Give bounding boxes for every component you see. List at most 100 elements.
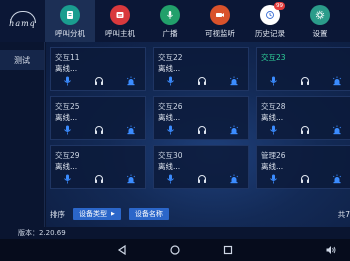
tab-call-extension[interactable]: 呼叫分机 xyxy=(45,0,95,42)
total-count: 共7 xyxy=(337,209,350,219)
device-card[interactable]: 交互25 离线... xyxy=(50,96,146,140)
microphone-icon[interactable] xyxy=(62,174,72,184)
device-card[interactable]: 交互28 离线... xyxy=(256,96,350,140)
group-sidebar: 测试 xyxy=(0,42,45,227)
device-card[interactable]: 交互23 xyxy=(256,47,350,91)
tab-label: 历史记录 xyxy=(255,29,285,38)
alarm-light-icon[interactable] xyxy=(126,76,136,86)
device-actions xyxy=(51,75,147,87)
device-name: 交互11 xyxy=(55,53,80,62)
device-status: 离线... xyxy=(55,113,78,122)
device-name: 管理26 xyxy=(261,151,286,160)
version-label: 版本：2.20.69 xyxy=(0,227,350,239)
microphone-icon[interactable] xyxy=(62,76,72,86)
tab-call-host[interactable]: 呼叫主机 xyxy=(95,0,145,42)
headphones-icon[interactable] xyxy=(300,76,310,86)
device-panel: 交互11 离线... 交互22 离线... 交互23 交互25 离线... 交互26 离线...… xyxy=(46,42,350,227)
device-status: 离线... xyxy=(158,162,181,171)
headphones-icon[interactable] xyxy=(197,174,207,184)
device-card[interactable]: 交互29 离线... xyxy=(50,145,146,189)
microphone-icon[interactable] xyxy=(165,76,175,86)
device-name: 交互26 xyxy=(158,102,183,111)
device-actions xyxy=(154,124,250,136)
history-icon: 99 xyxy=(260,2,285,25)
sort-by-name-label: 设备名称 xyxy=(134,210,163,218)
device-actions xyxy=(154,75,250,87)
tab-label: 呼叫分机 xyxy=(55,29,85,38)
play-arrow-icon: ▶ xyxy=(111,211,115,217)
device-actions xyxy=(51,173,147,185)
alarm-light-icon[interactable] xyxy=(126,125,136,135)
headphones-icon[interactable] xyxy=(300,174,310,184)
headphones-icon[interactable] xyxy=(197,76,207,86)
sort-by-name-button[interactable]: 设备名称 xyxy=(128,208,169,220)
headphones-icon[interactable] xyxy=(94,125,104,135)
headphones-icon[interactable] xyxy=(94,174,104,184)
device-name: 交互22 xyxy=(158,53,183,62)
device-card[interactable]: 交互11 离线... xyxy=(50,47,146,91)
microphone-icon[interactable] xyxy=(268,174,278,184)
microphone-icon[interactable] xyxy=(62,125,72,135)
device-status: 离线... xyxy=(55,162,78,171)
back-icon[interactable] xyxy=(115,243,129,257)
device-name: 交互28 xyxy=(261,102,286,111)
tab-label: 广播 xyxy=(162,29,178,38)
sort-bar: 排序 设备类型 ▶ 设备名称 共7 xyxy=(46,206,350,222)
phone-book-icon xyxy=(60,5,80,25)
microphone-icon[interactable] xyxy=(165,174,175,184)
nav-tabs: 呼叫分机 呼叫主机 广播 可视监听 99 历史记录 设置 xyxy=(45,0,350,42)
tab-history[interactable]: 99 历史记录 xyxy=(245,0,295,42)
tab-settings[interactable]: 设置 xyxy=(295,0,345,42)
device-actions xyxy=(257,75,350,87)
tab-visual-monitor[interactable]: 可视监听 xyxy=(195,0,245,42)
microphone-icon xyxy=(160,5,180,25)
alarm-light-icon[interactable] xyxy=(332,174,342,184)
brand-logo: hamq xyxy=(0,0,45,42)
logo-text: hamq xyxy=(9,19,36,28)
microphone-icon[interactable] xyxy=(165,125,175,135)
headphones-icon[interactable] xyxy=(94,76,104,86)
tab-label: 设置 xyxy=(312,29,328,38)
device-card[interactable]: 交互22 离线... xyxy=(153,47,249,91)
sort-by-type-button[interactable]: 设备类型 ▶ xyxy=(73,208,121,220)
tab-broadcast[interactable]: 广播 xyxy=(145,0,195,42)
device-name: 交互30 xyxy=(158,151,183,160)
device-name: 交互25 xyxy=(55,102,80,111)
device-status: 离线... xyxy=(158,113,181,122)
sort-by-type-label: 设备类型 xyxy=(79,210,107,218)
sort-label: 排序 xyxy=(50,209,65,219)
volume-up-icon[interactable] xyxy=(324,243,338,257)
device-actions xyxy=(257,124,350,136)
sidebar-item-test[interactable]: 测试 xyxy=(0,50,44,70)
tab-label: 呼叫主机 xyxy=(105,29,135,38)
headphones-icon[interactable] xyxy=(197,125,207,135)
device-status: 离线... xyxy=(261,113,284,122)
alarm-light-icon[interactable] xyxy=(229,76,239,86)
home-icon[interactable] xyxy=(168,243,182,257)
android-nav-bar xyxy=(0,239,350,261)
alarm-light-icon[interactable] xyxy=(332,125,342,135)
host-icon xyxy=(110,5,130,25)
history-badge: 99 xyxy=(274,2,285,10)
device-status: 离线... xyxy=(55,64,78,73)
camera-icon xyxy=(210,5,230,25)
device-status: 离线... xyxy=(158,64,181,73)
alarm-light-icon[interactable] xyxy=(229,174,239,184)
alarm-light-icon[interactable] xyxy=(229,125,239,135)
device-actions xyxy=(51,124,147,136)
alarm-light-icon[interactable] xyxy=(332,76,342,86)
top-nav-bar: hamq 呼叫分机 呼叫主机 广播 可视监听 99 历史记录 设置 xyxy=(0,0,350,42)
microphone-icon[interactable] xyxy=(268,125,278,135)
device-status: 离线... xyxy=(261,162,284,171)
alarm-light-icon[interactable] xyxy=(126,174,136,184)
device-actions xyxy=(257,173,350,185)
device-name: 交互29 xyxy=(55,151,80,160)
device-actions xyxy=(154,173,250,185)
device-card[interactable]: 管理26 离线... xyxy=(256,145,350,189)
device-card[interactable]: 交互26 离线... xyxy=(153,96,249,140)
headphones-icon[interactable] xyxy=(300,125,310,135)
microphone-icon[interactable] xyxy=(268,76,278,86)
tab-label: 可视监听 xyxy=(205,29,235,38)
device-card[interactable]: 交互30 离线... xyxy=(153,145,249,189)
recents-icon[interactable] xyxy=(221,243,235,257)
